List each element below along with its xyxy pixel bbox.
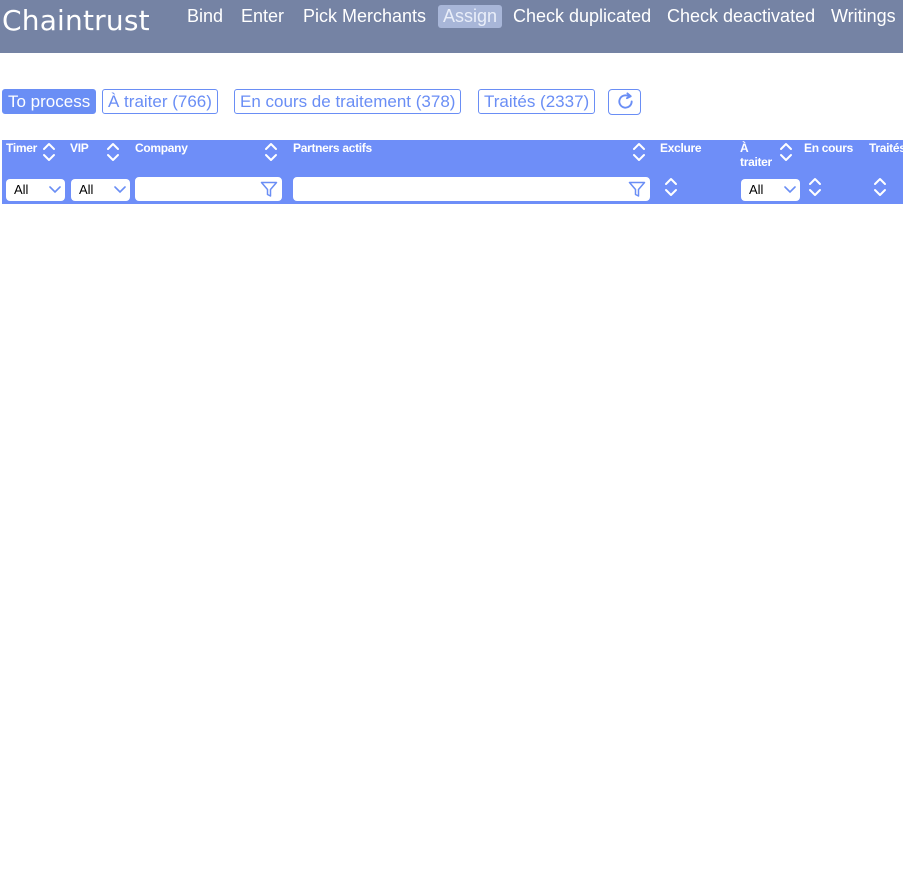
column-header-company: Company: [135, 141, 188, 155]
column-header-a-traiter: À traiter: [740, 141, 772, 169]
sort-icon[interactable]: [106, 141, 120, 163]
vip-filter-value: All: [79, 182, 94, 197]
nav-item-enter[interactable]: Enter: [236, 5, 289, 28]
sort-icon[interactable]: [632, 141, 646, 163]
nav-item-pick-merchants[interactable]: Pick Merchants: [298, 5, 431, 28]
column-header-vip: VIP: [70, 141, 89, 155]
refresh-button[interactable]: [608, 89, 641, 115]
partners-actifs-filter-input[interactable]: [293, 177, 650, 201]
timer-filter-value: All: [14, 182, 29, 197]
vip-filter-select[interactable]: All: [71, 179, 130, 201]
sort-icon[interactable]: [873, 176, 887, 198]
top-navbar: Chaintrust Bind Enter Pick Merchants Ass…: [0, 0, 903, 53]
nav-item-check-duplicated[interactable]: Check duplicated: [508, 5, 656, 28]
sort-icon[interactable]: [664, 176, 678, 198]
brand-logo[interactable]: Chaintrust: [2, 4, 150, 37]
column-header-exclure: Exclure: [660, 141, 702, 155]
sort-icon[interactable]: [42, 141, 56, 163]
chevron-down-icon: [49, 186, 61, 194]
sort-icon[interactable]: [264, 141, 278, 163]
chevron-down-icon: [784, 186, 796, 194]
refresh-icon: [618, 92, 633, 109]
column-header-partners-actifs: Partners actifs: [293, 141, 372, 155]
sort-icon[interactable]: [808, 176, 822, 198]
a-traiter-filter-select[interactable]: All: [741, 179, 800, 201]
a-traiter-filter-value: All: [749, 182, 764, 197]
filter-icon[interactable]: [628, 181, 646, 198]
sort-icon[interactable]: [779, 141, 793, 163]
column-header-en-cours: En cours: [804, 141, 853, 155]
tab-to-process[interactable]: To process: [2, 89, 97, 114]
nav-item-assign[interactable]: Assign: [438, 5, 503, 28]
filter-icon[interactable]: [260, 181, 278, 198]
column-header-timer: Timer: [6, 141, 37, 155]
company-filter-input[interactable]: [135, 177, 282, 201]
tab-en-cours[interactable]: En cours de traitement (378): [234, 89, 462, 114]
timer-filter-select[interactable]: All: [6, 179, 65, 201]
table-header: Timer All VIP All Company Partners actif…: [2, 140, 903, 204]
chevron-down-icon: [114, 186, 126, 194]
nav-item-writings[interactable]: Writings: [826, 5, 901, 28]
column-header-traites: Traités: [869, 141, 903, 155]
nav-item-bind[interactable]: Bind: [182, 5, 228, 28]
nav-item-check-deactivated[interactable]: Check deactivated: [662, 5, 820, 28]
tab-traites[interactable]: Traités (2337): [478, 89, 596, 114]
tab-a-traiter[interactable]: À traiter (766): [102, 89, 218, 114]
